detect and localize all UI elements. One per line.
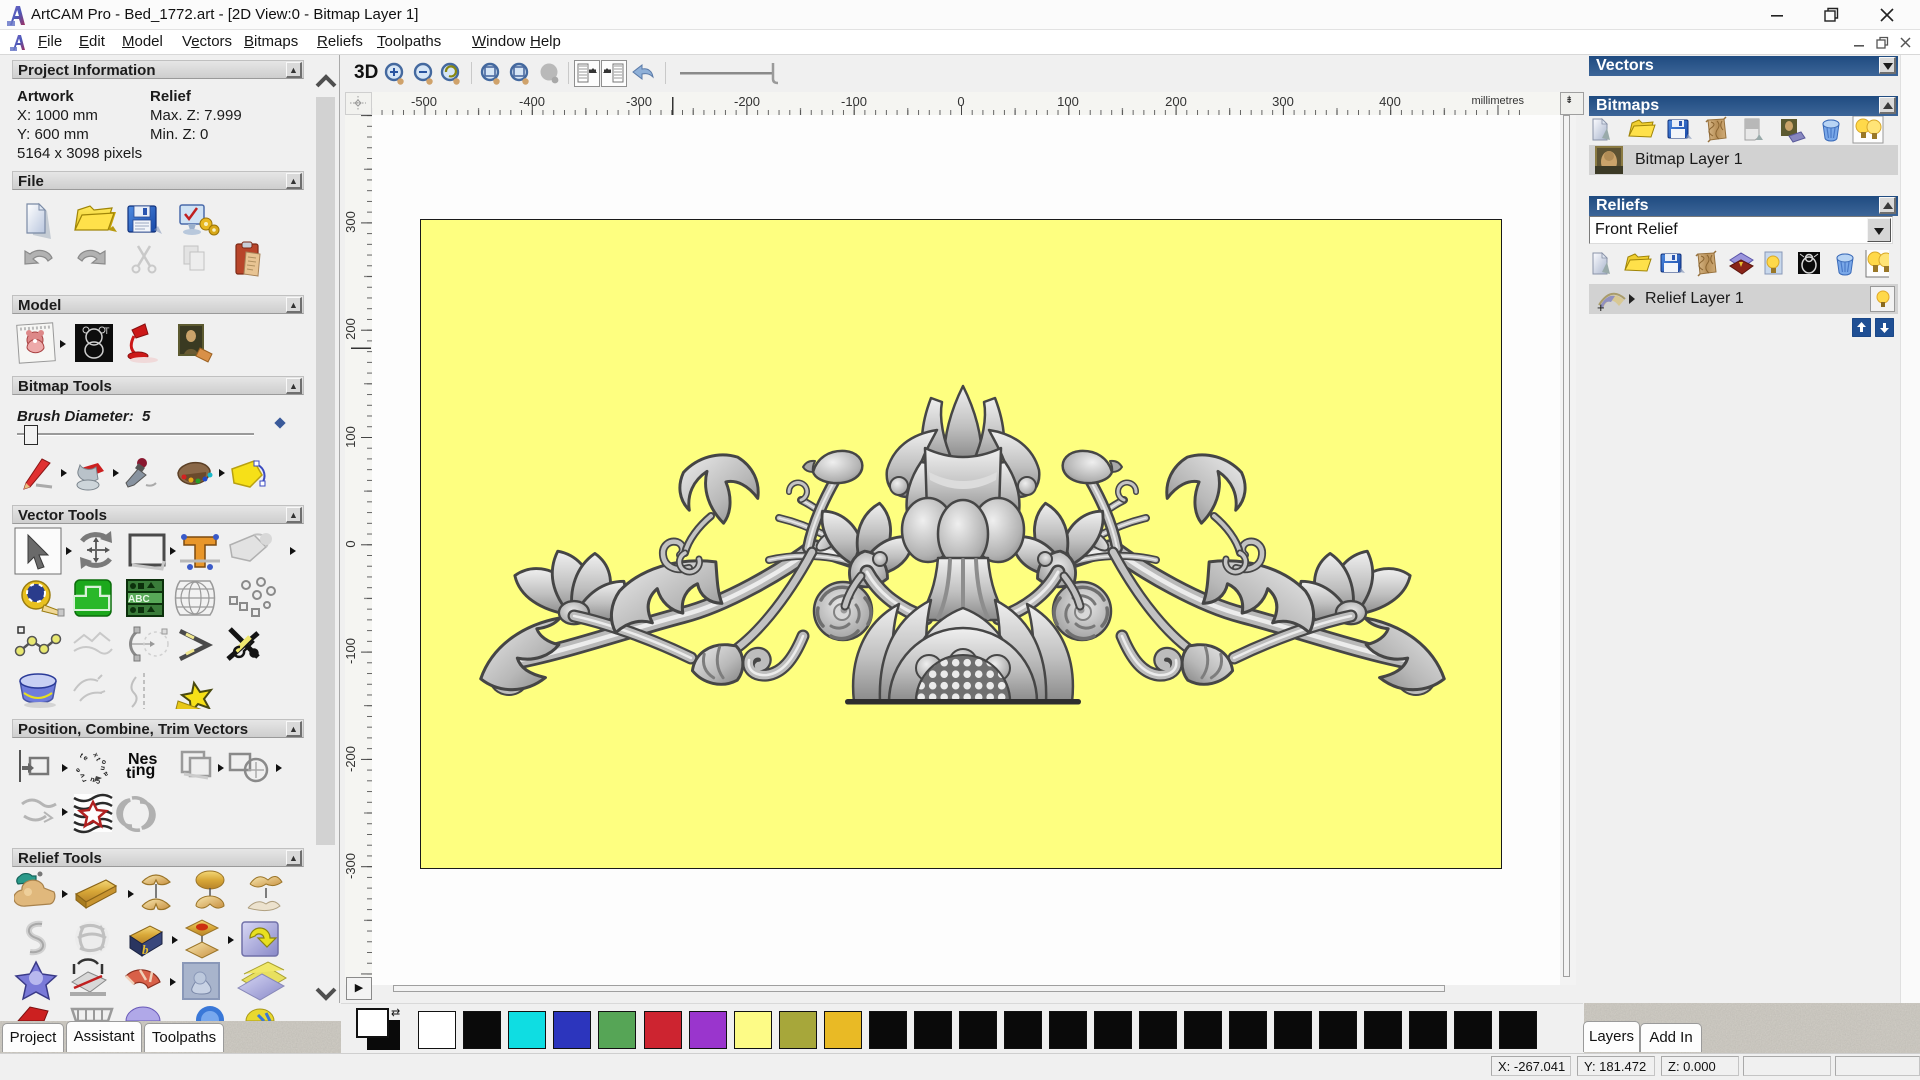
svg-text:-400: -400 (519, 94, 545, 109)
svg-text:o n: o n (99, 759, 108, 771)
svg-text:+: + (1597, 300, 1605, 312)
svg-text:200: 200 (345, 318, 358, 340)
svg-text:200: 200 (1165, 94, 1187, 109)
svg-text:e: e (74, 767, 82, 774)
svg-text:-300: -300 (626, 94, 652, 109)
svg-text:300: 300 (1272, 94, 1294, 109)
svg-text:-200: -200 (345, 746, 358, 772)
svg-text:T: T (104, 326, 110, 336)
svg-text:-100: -100 (841, 94, 867, 109)
svg-text:400: 400 (1379, 94, 1401, 109)
svg-text:300: 300 (345, 211, 358, 233)
svg-text:100: 100 (345, 426, 358, 448)
svg-text:ABC: ABC (128, 594, 150, 605)
svg-text:-100: -100 (345, 638, 358, 664)
svg-text:100: 100 (1057, 94, 1079, 109)
svg-text:0: 0 (957, 94, 964, 109)
svg-text:t e: t e (78, 752, 89, 762)
svg-text:ting: ting (126, 762, 155, 782)
svg-text:b: b (142, 942, 149, 957)
svg-text:-300: -300 (345, 853, 358, 879)
svg-text:millimetres: millimetres (1471, 95, 1524, 107)
svg-text:0: 0 (345, 540, 358, 547)
svg-text:a: a (102, 770, 109, 778)
svg-text:-200: -200 (734, 94, 760, 109)
svg-text:-500: -500 (411, 94, 437, 109)
